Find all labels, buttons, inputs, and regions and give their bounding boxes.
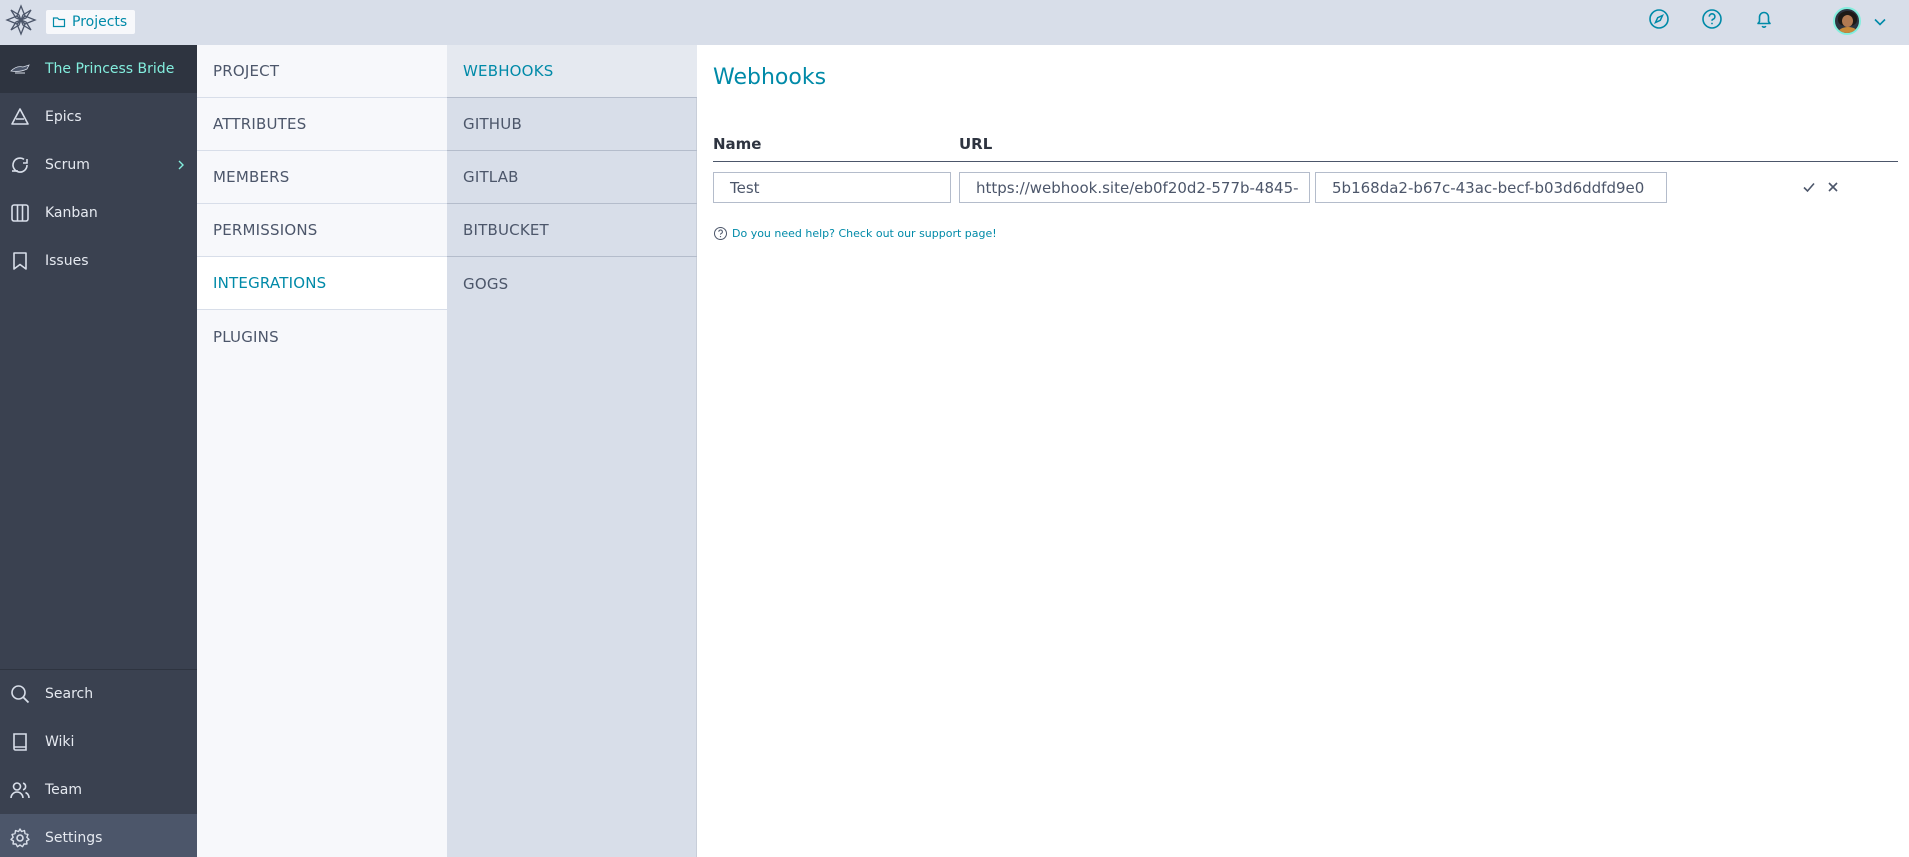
settings-menu: PROJECT ATTRIBUTES MEMBERS PERMISSIONS I… (197, 45, 447, 857)
sidebar-item-label: Team (45, 782, 83, 798)
sidebar-item-label: Scrum (45, 157, 90, 173)
team-icon (10, 782, 30, 799)
sidebar-item-label: Kanban (45, 205, 98, 221)
close-icon[interactable] (1825, 179, 1841, 195)
webhook-name-input[interactable]: Test (713, 172, 951, 203)
integrations-menu: WEBHOOKS GITHUB GITLAB BITBUCKET GOGS (447, 45, 697, 857)
settings-menu-attributes[interactable]: ATTRIBUTES (197, 98, 447, 151)
webhook-key-input[interactable]: 5b168da2-b67c-43ac-becf-b03d6ddfd9e0 (1315, 172, 1667, 203)
settings-menu-members[interactable]: MEMBERS (197, 151, 447, 204)
help-text: Do you need help? Check out our support … (732, 227, 997, 240)
support-help-link[interactable]: Do you need help? Check out our support … (713, 226, 997, 241)
scrum-icon (12, 157, 28, 173)
sidebar-item-issues[interactable]: Issues (0, 237, 197, 285)
settings-menu-project[interactable]: PROJECT (197, 45, 447, 98)
settings-menu-integrations[interactable]: INTEGRATIONS (197, 257, 447, 310)
column-header-url: URL (959, 135, 993, 153)
wiki-icon (13, 733, 27, 751)
sidebar-item-label: Issues (45, 253, 89, 269)
top-bar: Projects (0, 0, 1909, 45)
chevron-right-icon[interactable] (175, 159, 187, 171)
discover-icon[interactable] (1648, 8, 1670, 30)
notifications-icon[interactable] (1753, 8, 1775, 30)
sidebar-item-label: Settings (45, 830, 103, 846)
column-header-name: Name (713, 135, 762, 153)
integrations-menu-gitlab[interactable]: GITLAB (447, 151, 697, 204)
epics-icon (11, 108, 29, 125)
sidebar-item-settings[interactable]: Settings (0, 814, 197, 857)
kanban-icon (11, 204, 29, 222)
settings-icon (10, 828, 30, 848)
help-circle-icon (714, 227, 727, 240)
sidebar-item-label: Wiki (45, 734, 75, 750)
project-logo-icon (10, 64, 30, 74)
webhook-url-input[interactable]: https://webhook.site/eb0f20d2-577b-4845- (959, 172, 1310, 203)
sidebar-item-scrum[interactable]: Scrum (0, 141, 197, 189)
integrations-menu-github[interactable]: GITHUB (447, 98, 697, 151)
help-icon[interactable] (1701, 8, 1723, 30)
sidebar-item-team[interactable]: Team (0, 766, 197, 814)
search-icon (11, 685, 30, 704)
folder-icon (52, 17, 66, 28)
settings-menu-permissions[interactable]: PERMISSIONS (197, 204, 447, 257)
settings-menu-plugins[interactable]: PLUGINS (197, 310, 447, 363)
sidebar-item-label: Search (45, 686, 94, 702)
projects-button[interactable]: Projects (46, 10, 136, 34)
header-divider (713, 161, 1898, 162)
sidebar-item-wiki[interactable]: Wiki (0, 718, 197, 766)
check-icon[interactable] (1801, 179, 1817, 195)
integrations-menu-gogs[interactable]: GOGS (447, 257, 697, 310)
page-title: Webhooks (713, 65, 827, 90)
sidebar-item-kanban[interactable]: Kanban (0, 189, 197, 237)
integrations-menu-webhooks[interactable]: WEBHOOKS (447, 45, 697, 98)
sidebar-item-search[interactable]: Search (0, 670, 197, 718)
taiga-logo-icon[interactable] (4, 3, 38, 37)
projects-label: Projects (72, 14, 128, 30)
webhooks-panel: Webhooks Name URL Test https://webhook.s… (697, 45, 1909, 857)
sidebar-project[interactable]: The Princess Bride (0, 45, 197, 93)
chevron-down-icon[interactable] (1873, 15, 1887, 29)
user-avatar[interactable] (1833, 7, 1861, 35)
sidebar-item-label: Epics (45, 109, 82, 125)
sidebar-item-epics[interactable]: Epics (0, 93, 197, 141)
integrations-menu-bitbucket[interactable]: BITBUCKET (447, 204, 697, 257)
project-name: The Princess Bride (45, 61, 175, 77)
project-sidebar: The Princess Bride Epics Scrum Kanban Is… (0, 45, 197, 857)
issues-icon (13, 252, 27, 270)
